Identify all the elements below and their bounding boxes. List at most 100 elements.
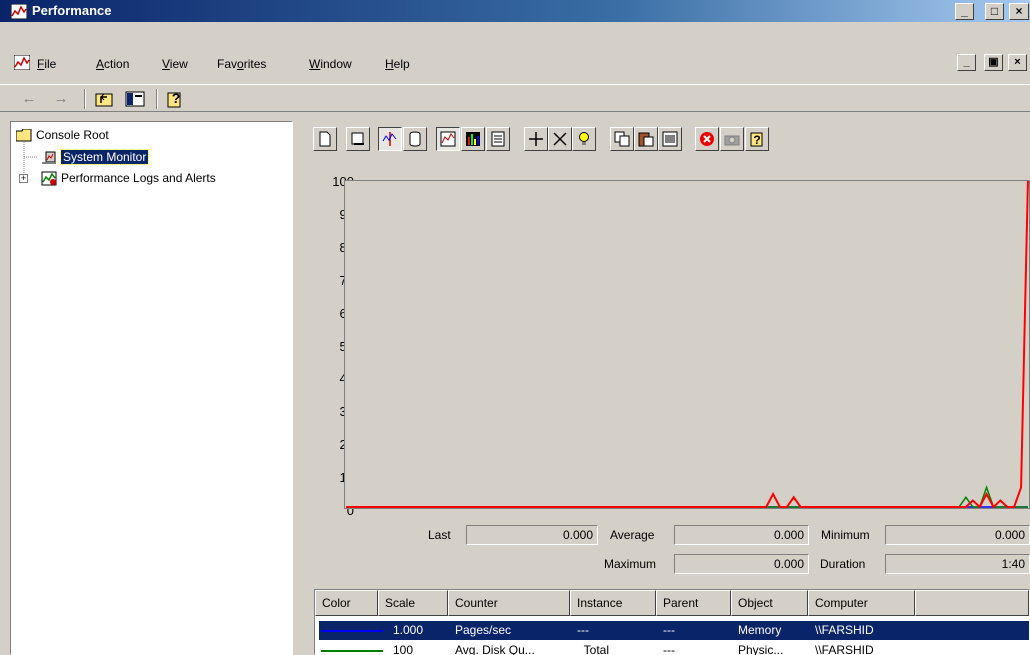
highlight-button[interactable] bbox=[572, 127, 596, 151]
paste-counter-list-button[interactable] bbox=[634, 127, 658, 151]
maximum-label: Maximum bbox=[604, 557, 657, 571]
copy-properties-button[interactable] bbox=[610, 127, 634, 151]
menu-band bbox=[0, 22, 1030, 48]
legend-computer: \\FARSHID bbox=[815, 623, 874, 637]
legend-header-counter[interactable]: Counter bbox=[448, 590, 570, 616]
legend-parent: --- bbox=[663, 643, 675, 655]
up-one-level-icon[interactable] bbox=[93, 89, 115, 109]
toolbar-separator bbox=[84, 89, 86, 109]
legend-row[interactable]: 1.000 Pages/sec --- --- Memory \\FARSHID bbox=[319, 621, 1029, 640]
folder-icon bbox=[16, 129, 32, 142]
legend-object: Physic... bbox=[738, 643, 784, 655]
average-value: 0.000 bbox=[674, 525, 809, 545]
legend-header-object[interactable]: Object bbox=[731, 590, 808, 616]
series-line-2 bbox=[346, 181, 1029, 508]
show-hide-tree-icon[interactable] bbox=[124, 89, 146, 109]
new-document-icon bbox=[319, 131, 331, 147]
lightbulb-icon bbox=[579, 132, 589, 145]
forward-arrow-icon[interactable]: → bbox=[50, 89, 72, 109]
duration-value: 1:40 bbox=[885, 554, 1030, 574]
copy-icon bbox=[614, 131, 630, 147]
current-activity-icon bbox=[382, 132, 397, 146]
menu-bar: File Action View Favorites Window Help _… bbox=[0, 52, 1030, 84]
clear-display-button[interactable] bbox=[346, 127, 370, 151]
minimum-value: 0.000 bbox=[885, 525, 1030, 545]
child-restore-button[interactable]: ▣ bbox=[984, 54, 1003, 71]
legend-computer: \\FARSHID bbox=[815, 643, 874, 655]
console-icon[interactable] bbox=[14, 55, 30, 70]
legend-counter: Pages/sec bbox=[455, 623, 512, 637]
legend-header-computer[interactable]: Computer bbox=[808, 590, 915, 616]
logs-alerts-icon bbox=[41, 171, 57, 186]
legend-header-scale[interactable]: Scale bbox=[378, 590, 448, 616]
graph-icon bbox=[440, 131, 456, 147]
system-monitor-icon bbox=[42, 151, 56, 164]
camera-icon bbox=[724, 135, 740, 146]
clear-display-icon bbox=[351, 132, 364, 145]
histogram-icon bbox=[466, 132, 480, 146]
duration-label: Duration bbox=[820, 557, 866, 571]
svg-text:?: ? bbox=[172, 90, 181, 106]
view-report-button[interactable] bbox=[486, 127, 510, 151]
legend-counter: Avg. Disk Qu... bbox=[455, 643, 535, 655]
delete-x-icon bbox=[553, 132, 567, 146]
legend-header-color[interactable]: Color bbox=[315, 590, 378, 616]
legend-color-swatch bbox=[321, 650, 383, 652]
view-histogram-button[interactable] bbox=[461, 127, 485, 151]
view-graph-button[interactable] bbox=[436, 127, 460, 151]
child-close-button[interactable]: × bbox=[1008, 54, 1027, 71]
child-minimize-button[interactable]: _ bbox=[957, 54, 976, 71]
performance-graph bbox=[344, 180, 1030, 509]
legend-color-swatch bbox=[321, 630, 383, 632]
legend-header-parent[interactable]: Parent bbox=[656, 590, 731, 616]
plus-icon bbox=[529, 132, 543, 146]
average-label: Average bbox=[610, 528, 655, 542]
navigation-toolbar: ← → ? bbox=[0, 84, 1030, 112]
legend-scale: 1.000 bbox=[393, 623, 424, 637]
legend-parent: --- bbox=[663, 623, 675, 637]
console-tree: Console Root System Monitor + Performanc… bbox=[10, 121, 293, 655]
legend-header-filler bbox=[915, 590, 1029, 616]
stop-icon bbox=[700, 132, 714, 146]
new-counter-set-button[interactable] bbox=[313, 127, 337, 151]
counter-legend: Color Scale Counter Instance Parent Obje… bbox=[314, 589, 1030, 655]
minimum-label: Minimum bbox=[821, 528, 870, 542]
legend-scale: 100 bbox=[393, 643, 414, 655]
series-line-1 bbox=[346, 485, 1028, 508]
database-icon bbox=[409, 131, 421, 147]
help-icon: ? bbox=[750, 132, 763, 147]
help-icon[interactable]: ? bbox=[165, 89, 187, 109]
report-icon bbox=[491, 131, 505, 147]
update-data-button[interactable] bbox=[720, 127, 744, 151]
back-arrow-icon[interactable]: ← bbox=[18, 89, 40, 109]
legend-header-instance[interactable]: Instance bbox=[570, 590, 656, 616]
last-value: 0.000 bbox=[466, 525, 598, 545]
menu-action[interactable]: Action bbox=[96, 57, 129, 71]
menu-view[interactable]: View bbox=[162, 57, 188, 71]
menu-favorites[interactable]: Favorites bbox=[217, 57, 266, 71]
view-current-activity-button[interactable] bbox=[378, 127, 402, 151]
properties-icon bbox=[662, 131, 678, 147]
menu-file[interactable]: File bbox=[37, 57, 56, 71]
maximize-button[interactable]: □ bbox=[985, 3, 1004, 20]
close-button[interactable]: × bbox=[1009, 3, 1029, 20]
add-counter-button[interactable] bbox=[524, 127, 548, 151]
monitor-help-button[interactable]: ? bbox=[745, 127, 769, 151]
svg-text:?: ? bbox=[753, 133, 760, 147]
properties-button[interactable] bbox=[658, 127, 682, 151]
view-log-data-button[interactable] bbox=[403, 127, 427, 151]
window-title-bar[interactable]: Performance _ □ × bbox=[0, 0, 1030, 22]
menu-help[interactable]: Help bbox=[385, 57, 410, 71]
paste-icon bbox=[638, 132, 654, 147]
legend-instance: _Total bbox=[577, 643, 610, 655]
maximum-value: 0.000 bbox=[674, 554, 809, 574]
delete-counter-button[interactable] bbox=[548, 127, 572, 151]
menu-window[interactable]: Window bbox=[309, 57, 352, 71]
last-label: Last bbox=[428, 528, 451, 542]
tree-expand-toggle[interactable]: + bbox=[19, 174, 28, 183]
freeze-display-button[interactable] bbox=[695, 127, 719, 151]
legend-instance: --- bbox=[577, 623, 589, 637]
legend-row[interactable]: 100 Avg. Disk Qu... _Total --- Physic...… bbox=[319, 641, 1029, 655]
performance-app-icon bbox=[11, 4, 27, 19]
minimize-button[interactable]: _ bbox=[955, 3, 974, 20]
